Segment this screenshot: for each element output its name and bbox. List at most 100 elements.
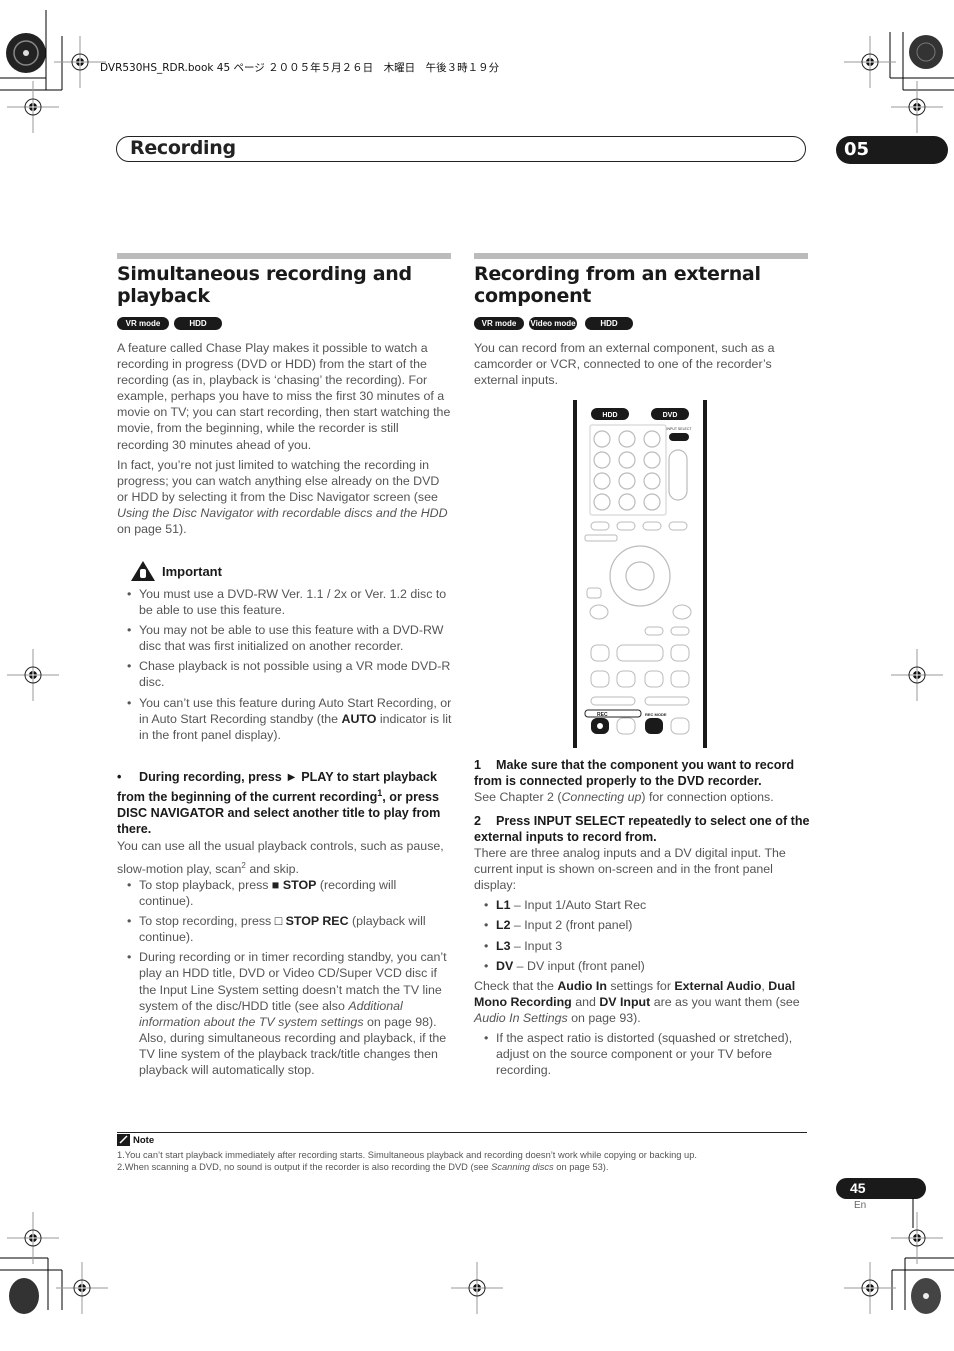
page-reference: Scanning discs <box>491 1162 554 1172</box>
important-list: You must use a DVD-RW Ver. 1.1 / 2x or V… <box>117 586 452 747</box>
remote-keypad-button <box>593 451 611 469</box>
right-steps: 1 Make sure that the component you want t… <box>474 757 810 1082</box>
text: To stop playback, press <box>139 878 272 892</box>
stop-list: To stop playback, press ■ STOP (recordin… <box>117 877 452 1082</box>
important-header: Important <box>130 560 452 582</box>
section-title-simultaneous: Simultaneous recording and playback <box>117 263 451 307</box>
text: on page 51). <box>117 522 187 537</box>
text: STOP REC <box>285 914 349 929</box>
paragraph: In fact, you’re not just limited to watc… <box>117 457 452 537</box>
text: – DV input (front panel) <box>513 958 645 973</box>
text: – Input 3 <box>510 938 563 953</box>
registration-crosshair-icon <box>7 649 59 701</box>
input-code: DV <box>496 958 514 973</box>
input-code: L1 <box>496 898 511 913</box>
page-reference: Connecting up <box>561 790 642 804</box>
section-title-external: Recording from an external component <box>474 263 808 307</box>
remote-keypad-button <box>643 451 661 469</box>
remote-rec-mode-label: REC MODE <box>645 712 667 717</box>
text: DV Input <box>599 994 651 1009</box>
step-2-note: There are three analog inputs and a DV d… <box>474 846 786 893</box>
text: and <box>571 994 600 1009</box>
section-rule <box>117 253 451 259</box>
text: STOP <box>282 878 317 892</box>
title-line: Recording from an external <box>474 263 761 285</box>
note-heading: Note <box>133 1134 155 1146</box>
remote-keypad-button <box>618 472 636 490</box>
text: on page 53). <box>553 1162 609 1172</box>
registration-crosshair-icon <box>7 1212 59 1264</box>
page-reference: Audio In Settings <box>474 1010 568 1025</box>
text: Check that the <box>474 978 558 993</box>
badge-hdd: HDD <box>174 317 222 330</box>
text: In fact, you’re not just limited to watc… <box>117 457 440 504</box>
list-item: To stop playback, press ■ STOP (recordin… <box>117 877 452 909</box>
note-pencil-icon <box>117 1134 130 1146</box>
chapter-number: 05 <box>844 139 870 160</box>
footnote-1: 1.You can’t start playback immediately a… <box>117 1150 697 1160</box>
page-number: 45 <box>850 1180 866 1196</box>
input-code: L2 <box>496 918 511 933</box>
badge-vr-mode: VR mode <box>117 317 169 330</box>
remote-control-illustration: HDD DVD INPUT SELECT REC REC MODE <box>573 400 707 748</box>
list-item: You must use a DVD-RW Ver. 1.1 / 2x or V… <box>117 586 452 618</box>
registration-crosshair-icon <box>7 81 59 133</box>
aspect-note: If the aspect ratio is distorted (squash… <box>474 1030 810 1078</box>
footnote-2: 2.When scanning a DVD, no sound is outpu… <box>117 1161 697 1173</box>
stop-rec-icon: □ <box>274 914 283 929</box>
list-item: DV – DV input (front panel) <box>474 958 810 974</box>
stop-icon: ■ <box>271 878 280 892</box>
title-line: Simultaneous recording and <box>117 263 412 285</box>
remote-keypad-button <box>593 430 611 448</box>
remote-keypad-button <box>618 430 636 448</box>
step-text: Make sure that the component you want to… <box>474 758 795 788</box>
remote-control-drawing: HDD DVD INPUT SELECT REC REC MODE <box>573 400 707 748</box>
step-1: 1 Make sure that the component you want t… <box>474 757 810 789</box>
page-language: En <box>854 1200 867 1211</box>
remote-hdd-label: HDD <box>602 412 617 419</box>
input-code: L3 <box>496 938 511 953</box>
mode-badges: VR mode Video mode HDD <box>474 317 638 335</box>
step-1-note: See Chapter 2 (Connecting up) for connec… <box>474 789 810 805</box>
note-divider <box>117 1132 807 1133</box>
check-paragraph: Check that the Audio In settings for Ext… <box>474 978 810 1026</box>
right-intro: You can record from an external componen… <box>474 341 775 388</box>
remote-keypad-button <box>643 430 661 448</box>
registration-crosshair-icon <box>451 1262 503 1314</box>
text: – Input 2 (front panel) <box>510 918 633 933</box>
step-2: 2 Press INPUT SELECT repeatedly to select… <box>474 813 810 845</box>
mode-badges: VR mode HDD <box>117 317 227 335</box>
text: AUTO <box>341 711 377 726</box>
chapter-number-tab: 05 <box>836 136 948 164</box>
page-tick <box>912 1198 914 1228</box>
title-line: playback <box>117 285 210 307</box>
text: ) for connection options. <box>641 790 774 804</box>
chapter-title: Recording <box>130 137 236 159</box>
section-rule <box>474 253 808 259</box>
text: 2.When scanning a DVD, no sound is outpu… <box>117 1162 492 1172</box>
badge-hdd: HDD <box>585 317 633 330</box>
step-during-recording: • During recording, press ► PLAY to start… <box>117 769 453 837</box>
badge-vr-mode: VR mode <box>474 317 524 330</box>
list-item: You can’t use this feature during Auto S… <box>117 695 452 743</box>
step-number: 1 <box>474 758 482 772</box>
left-body: A feature called Chase Play makes it pos… <box>117 340 452 541</box>
badge-video-mode: Video mode <box>529 317 577 330</box>
remote-rec-label: REC <box>597 712 608 718</box>
remote-keypad-button <box>593 493 611 511</box>
remote-keypad-button <box>643 472 661 490</box>
list-item: If the aspect ratio is distorted (squash… <box>474 1030 810 1078</box>
remote-keypad-button <box>618 451 636 469</box>
inputs-list: L1 – Input 1/Auto Start Rec L2 – Input 2… <box>474 897 810 973</box>
list-item: L2 – Input 2 (front panel) <box>474 917 810 933</box>
list-item: L1 – Input 1/Auto Start Rec <box>474 897 810 913</box>
print-header: DVR530HS_RDR.book 45 ページ ２００５年５月２６日 木曜日 … <box>100 62 500 74</box>
registration-crosshair-icon <box>56 1262 108 1314</box>
text: – Input 1/Auto Start Rec <box>510 898 647 913</box>
bullet: • <box>117 770 122 784</box>
registration-crosshair-icon <box>891 1212 943 1264</box>
text: are as you want them (see <box>650 994 800 1009</box>
list-item: You may not be able to use this feature … <box>117 622 452 654</box>
list-item: To stop recording, press □ STOP REC (pla… <box>117 913 452 945</box>
remote-keypad-button <box>618 493 636 511</box>
